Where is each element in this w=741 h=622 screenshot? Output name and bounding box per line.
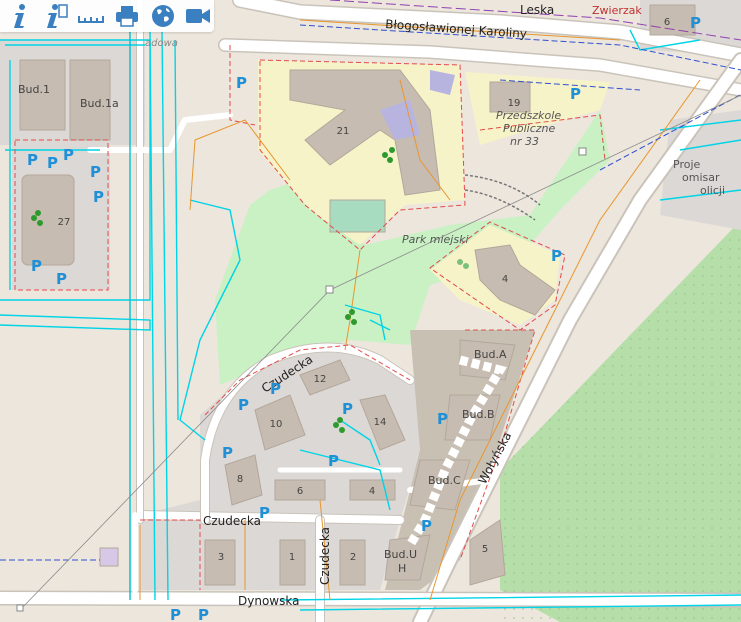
city-map[interactable]: Leska Zwierzak Błogosławionej Karoliny C…	[0, 0, 741, 622]
info-button[interactable]	[4, 2, 36, 30]
parking-icon: P	[421, 517, 432, 535]
power-tower-2	[578, 147, 587, 156]
number-4b: 4	[369, 486, 375, 497]
number-21: 21	[337, 126, 350, 137]
street-zwierzak: Zwierzak	[592, 4, 642, 17]
parking-icon: P	[27, 151, 38, 169]
parking-icon: P	[238, 396, 249, 414]
video-button[interactable]	[182, 2, 214, 30]
print-button[interactable]	[111, 2, 143, 30]
building-ne	[649, 4, 696, 36]
label-bud-b: Bud.B	[462, 408, 495, 421]
globe-button[interactable]	[147, 2, 179, 30]
number-5: 5	[482, 544, 488, 555]
label-project-2: omisar	[682, 171, 720, 184]
street-dynowska: Dynowska	[238, 594, 299, 608]
info-query-icon	[46, 4, 68, 28]
street-czudecka-3: Czudecka	[318, 527, 332, 585]
parking-icon: P	[259, 504, 270, 522]
building-sport	[329, 199, 386, 233]
number-27: 27	[58, 217, 71, 228]
parking-icon: P	[170, 606, 181, 622]
info-icon	[13, 4, 25, 28]
measure-icon	[78, 16, 105, 23]
label-park: Park miejski	[402, 233, 469, 246]
parking-icon: P	[31, 257, 42, 275]
parking-icon: P	[328, 452, 339, 470]
label-bud-h: H	[398, 562, 406, 575]
parking-icon: P	[56, 270, 67, 288]
label-bud-a: Bud.A	[474, 348, 507, 361]
parking-icon: P	[270, 380, 281, 398]
parking-icon: P	[198, 606, 209, 622]
parking-icon: P	[90, 163, 101, 181]
globe-icon	[151, 5, 174, 27]
parking-icon: P	[93, 188, 104, 206]
label-bud-u: Bud.U	[384, 548, 417, 561]
parking-icon: P	[551, 247, 562, 265]
parking-icon: P	[236, 74, 247, 92]
power-tower-3	[16, 604, 24, 612]
label-school-3: nr 33	[510, 135, 539, 148]
label-bud-c: Bud.C	[428, 474, 461, 487]
print-icon	[115, 6, 138, 27]
label-school-2: Publiczne	[503, 122, 555, 135]
parking-icon: P	[570, 85, 581, 103]
number-4: 4	[502, 274, 508, 285]
street-sadowa: adowa	[145, 38, 178, 49]
street-czudecka-2: Czudecka	[203, 514, 261, 528]
power-tower	[325, 285, 334, 294]
number-6: 6	[297, 486, 303, 497]
number-12: 12	[314, 374, 327, 385]
parking-icon: P	[47, 154, 58, 172]
number-3: 3	[218, 552, 224, 563]
parking-icon: P	[437, 410, 448, 428]
label-project-1: Proje	[673, 158, 701, 171]
number-8: 8	[237, 474, 243, 485]
parking-icon: P	[63, 146, 74, 164]
label-school-1: Przedszkole	[496, 109, 561, 122]
label-bud-1: Bud.1	[18, 83, 50, 96]
number-1: 1	[289, 552, 295, 563]
parking-icon: P	[342, 400, 353, 418]
number-14: 14	[374, 417, 387, 428]
map-toolbar	[0, 0, 214, 32]
label-project-3: olicji	[700, 184, 725, 197]
number-6b: 6	[664, 17, 670, 28]
measure-button[interactable]	[75, 2, 107, 30]
info-query-button[interactable]	[40, 2, 72, 30]
label-bud-1a: Bud.1a	[80, 97, 119, 110]
parking-icon: P	[690, 14, 701, 32]
building-small	[99, 547, 119, 567]
parking-icon: P	[222, 444, 233, 462]
number-19: 19	[508, 98, 521, 109]
number-2: 2	[350, 552, 356, 563]
street-leska: Leska	[520, 3, 554, 17]
number-10: 10	[270, 419, 283, 430]
video-icon	[186, 9, 211, 23]
